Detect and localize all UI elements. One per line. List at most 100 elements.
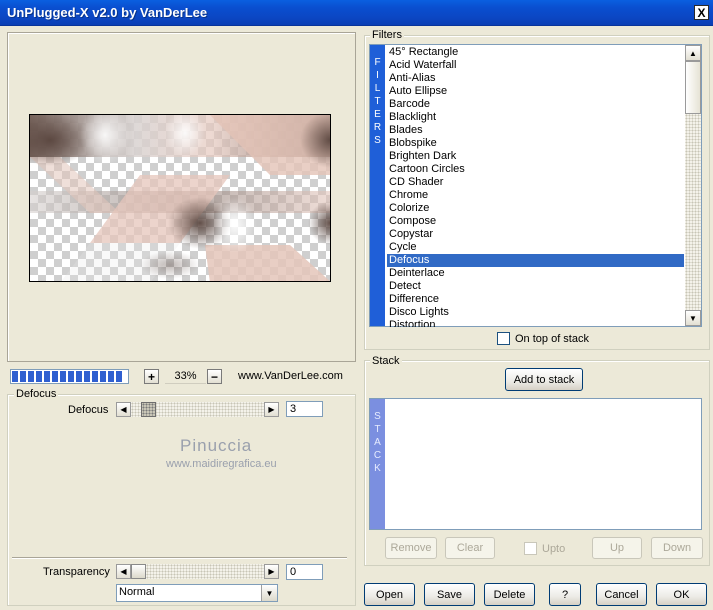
save-button[interactable]: Save bbox=[424, 583, 475, 606]
transparency-slider-left[interactable]: ◀ bbox=[116, 564, 131, 579]
progress-segment bbox=[100, 371, 106, 382]
filters-group-label: Filters bbox=[370, 29, 404, 41]
stack-group-label: Stack bbox=[370, 355, 402, 367]
filter-item[interactable]: Distortion bbox=[387, 319, 684, 327]
up-button[interactable]: Up bbox=[592, 537, 642, 559]
arrow-down-icon: ▼ bbox=[689, 313, 697, 323]
filters-strip-letter: I bbox=[376, 70, 379, 81]
progress-segment bbox=[68, 371, 74, 382]
transparency-slider-right[interactable]: ▶ bbox=[264, 564, 279, 579]
watermark-url: www.maidiregrafica.eu bbox=[166, 458, 277, 470]
stack-strip-letter: K bbox=[374, 463, 381, 474]
progress-segment bbox=[84, 371, 90, 382]
minus-icon: − bbox=[210, 369, 218, 384]
filter-item[interactable]: Defocus bbox=[387, 254, 684, 267]
filters-strip-letter: F bbox=[374, 57, 381, 68]
progress-segment bbox=[52, 371, 58, 382]
close-icon: X bbox=[697, 5, 706, 20]
filters-strip-letter: T bbox=[374, 96, 381, 107]
separator bbox=[12, 557, 347, 559]
progress-segment bbox=[76, 371, 82, 382]
filter-item[interactable]: Disco Lights bbox=[387, 306, 684, 319]
defocus-group-label: Defocus bbox=[14, 388, 59, 400]
on-top-checkbox[interactable] bbox=[497, 332, 510, 345]
defocus-value-field[interactable]: 3 bbox=[286, 401, 323, 417]
filter-item[interactable]: Deinterlace bbox=[387, 267, 684, 280]
filters-strip-letter: S bbox=[374, 135, 381, 146]
clear-button[interactable]: Clear bbox=[445, 537, 495, 559]
filter-item[interactable]: Acid Waterfall bbox=[387, 59, 684, 72]
defocus-slider-right[interactable]: ▶ bbox=[264, 402, 279, 417]
defocus-param-label: Defocus bbox=[68, 404, 109, 416]
defocus-slider-thumb[interactable] bbox=[141, 402, 156, 417]
zoom-in-button[interactable]: + bbox=[144, 369, 159, 384]
remove-button[interactable]: Remove bbox=[385, 537, 437, 559]
cancel-button[interactable]: Cancel bbox=[596, 583, 647, 606]
transparency-slider-thumb[interactable] bbox=[131, 564, 146, 579]
filters-strip-letter: E bbox=[374, 109, 381, 120]
plus-icon: + bbox=[147, 369, 155, 384]
filter-item[interactable]: Blobspike bbox=[387, 137, 684, 150]
filter-item[interactable]: Blacklight bbox=[387, 111, 684, 124]
watermark-title: Pinuccia bbox=[180, 436, 253, 455]
on-top-label[interactable]: On top of stack bbox=[515, 333, 589, 345]
zoom-out-button[interactable]: − bbox=[207, 369, 222, 384]
progress-bar bbox=[10, 369, 129, 384]
arrow-left-icon: ◀ bbox=[120, 567, 127, 576]
add-to-stack-button[interactable]: Add to stack bbox=[505, 368, 583, 391]
preview-image[interactable] bbox=[29, 114, 331, 282]
filter-item[interactable]: Barcode bbox=[387, 98, 684, 111]
filter-item[interactable]: Compose bbox=[387, 215, 684, 228]
ok-button[interactable]: OK bbox=[656, 583, 707, 606]
transparency-slider-track[interactable] bbox=[131, 564, 264, 579]
filter-item[interactable]: Detect bbox=[387, 280, 684, 293]
transparency-value-field[interactable]: 0 bbox=[286, 564, 323, 580]
filter-item[interactable]: Auto Ellipse bbox=[387, 85, 684, 98]
chevron-down-icon[interactable]: ▼ bbox=[261, 585, 277, 601]
website-link[interactable]: www.VanDerLee.com bbox=[238, 370, 343, 382]
stack-list[interactable] bbox=[369, 398, 702, 530]
filter-item[interactable]: Anti-Alias bbox=[387, 72, 684, 85]
progress-segment bbox=[116, 371, 122, 382]
progress-segment bbox=[44, 371, 50, 382]
defocus-slider-left[interactable]: ◀ bbox=[116, 402, 131, 417]
help-button[interactable]: ? bbox=[549, 583, 581, 606]
window-title: UnPlugged-X v2.0 by VanDerLee bbox=[7, 5, 208, 20]
filter-item[interactable]: Copystar bbox=[387, 228, 684, 241]
scroll-down-button[interactable]: ▼ bbox=[685, 310, 701, 326]
filter-item[interactable]: 45° Rectangle bbox=[387, 46, 684, 59]
progress-segment bbox=[28, 371, 34, 382]
upto-checkbox[interactable] bbox=[524, 542, 537, 555]
open-button[interactable]: Open bbox=[364, 583, 415, 606]
close-button[interactable]: X bbox=[694, 5, 709, 20]
blend-mode-value: Normal bbox=[119, 586, 155, 598]
down-button[interactable]: Down bbox=[651, 537, 703, 559]
preview-artwork bbox=[30, 115, 330, 281]
progress-segment bbox=[12, 371, 18, 382]
zoom-level: 33% bbox=[165, 368, 206, 384]
filter-item[interactable]: Brighten Dark bbox=[387, 150, 684, 163]
scroll-up-button[interactable]: ▲ bbox=[685, 45, 701, 61]
arrow-right-icon: ▶ bbox=[268, 405, 275, 414]
arrow-right-icon: ▶ bbox=[268, 567, 275, 576]
transparency-label: Transparency bbox=[43, 566, 110, 578]
filter-item[interactable]: Blades bbox=[387, 124, 684, 137]
arrow-up-icon: ▲ bbox=[689, 48, 697, 58]
filter-item[interactable]: Chrome bbox=[387, 189, 684, 202]
filter-item[interactable]: Colorize bbox=[387, 202, 684, 215]
progress-segment bbox=[20, 371, 26, 382]
arrow-left-icon: ◀ bbox=[120, 405, 127, 414]
filters-strip-letter: L bbox=[374, 83, 381, 94]
filter-item[interactable]: Cartoon Circles bbox=[387, 163, 684, 176]
filter-item[interactable]: Difference bbox=[387, 293, 684, 306]
filter-item[interactable]: Cycle bbox=[387, 241, 684, 254]
stack-strip-letter: S bbox=[374, 411, 381, 422]
filter-item[interactable]: CD Shader bbox=[387, 176, 684, 189]
stack-strip-letter: T bbox=[374, 424, 381, 435]
stack-strip-letter: A bbox=[374, 437, 381, 448]
filters-strip-letter: R bbox=[373, 122, 382, 133]
scroll-thumb[interactable] bbox=[685, 61, 701, 114]
delete-button[interactable]: Delete bbox=[484, 583, 535, 606]
progress-segment bbox=[108, 371, 114, 382]
progress-segment bbox=[60, 371, 66, 382]
